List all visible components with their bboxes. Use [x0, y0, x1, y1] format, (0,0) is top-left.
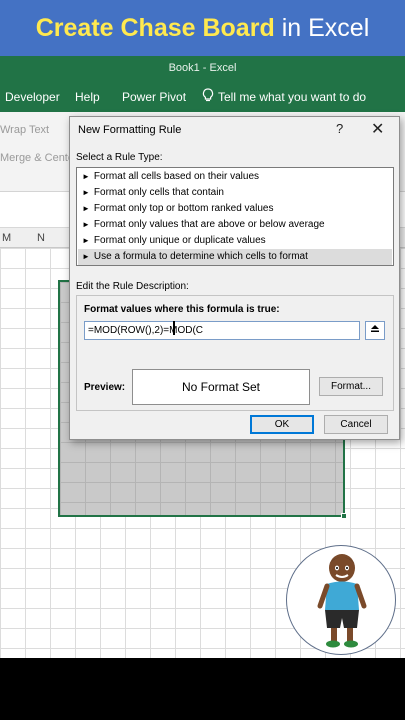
cancel-button[interactable]: Cancel — [324, 415, 388, 434]
tab-developer[interactable]: Developer — [5, 90, 60, 104]
preview-label: Preview: — [84, 382, 126, 393]
window-title: Book1 - Excel — [168, 62, 237, 74]
bottom-letterbox — [0, 658, 405, 720]
column-header-m[interactable]: M — [2, 232, 11, 244]
tab-power-pivot[interactable]: Power Pivot — [122, 90, 186, 104]
arrow-right-icon: ► — [82, 172, 90, 181]
lightbulb-icon — [202, 88, 214, 106]
cartoon-boy-illustration — [317, 554, 367, 648]
rule-type-list[interactable]: ► Format all cells based on their values … — [76, 167, 394, 266]
arrow-right-icon: ► — [82, 204, 90, 213]
format-button[interactable]: Format... — [319, 377, 383, 396]
arrow-right-icon: ► — [82, 252, 90, 261]
merge-center-button[interactable]: Merge & Center — [0, 152, 78, 164]
format-preview: No Format Set — [132, 369, 310, 405]
rule-type-item[interactable]: ► Format only top or bottom ranked values — [78, 201, 392, 217]
arrow-right-icon: ► — [82, 220, 90, 229]
fill-handle[interactable] — [341, 513, 347, 519]
video-title-banner: Create Chase Board in Excel — [0, 0, 405, 56]
edit-description-label: Edit the Rule Description: — [76, 281, 189, 292]
text-cursor-icon — [173, 321, 175, 335]
ok-button[interactable]: OK — [250, 415, 314, 434]
select-rule-type-label: Select a Rule Type: — [76, 152, 163, 163]
formula-label: Format values where this formula is true… — [84, 304, 280, 315]
arrow-right-icon: ► — [82, 236, 90, 245]
collapse-dialog-button[interactable] — [365, 321, 385, 340]
window-title-bar: Book1 - Excel — [0, 56, 405, 80]
arrow-right-icon: ► — [82, 188, 90, 197]
wrap-text-button[interactable]: Wrap Text — [0, 124, 49, 136]
rule-type-item[interactable]: ► Format only cells that contain — [78, 185, 392, 201]
formula-input[interactable]: =MOD(ROW(),2)=MOD(C — [84, 321, 360, 340]
rule-type-item-selected[interactable]: ► Use a formula to determine which cells … — [78, 249, 392, 265]
new-formatting-rule-dialog: New Formatting Rule ? ✕ Select a Rule Ty… — [69, 116, 400, 440]
collapse-up-icon — [371, 325, 379, 332]
dialog-title: New Formatting Rule — [78, 124, 182, 136]
rule-type-item[interactable]: ► Format only unique or duplicate values — [78, 233, 392, 249]
help-icon[interactable]: ? — [336, 121, 343, 136]
close-icon[interactable]: ✕ — [371, 119, 384, 139]
tell-me-search[interactable]: Tell me what you want to do — [218, 90, 366, 104]
banner-title-rest: in Excel — [281, 13, 370, 42]
tab-help[interactable]: Help — [75, 90, 100, 104]
banner-title-highlight: Create Chase Board — [35, 13, 275, 42]
ribbon-tabs: Developer Help Power Pivot Tell me what … — [0, 80, 405, 112]
rule-type-item[interactable]: ► Format only values that are above or be… — [78, 217, 392, 233]
presenter-avatar — [286, 545, 396, 655]
column-header-n[interactable]: N — [37, 232, 45, 244]
rule-type-item[interactable]: ► Format all cells based on their values — [78, 169, 392, 185]
